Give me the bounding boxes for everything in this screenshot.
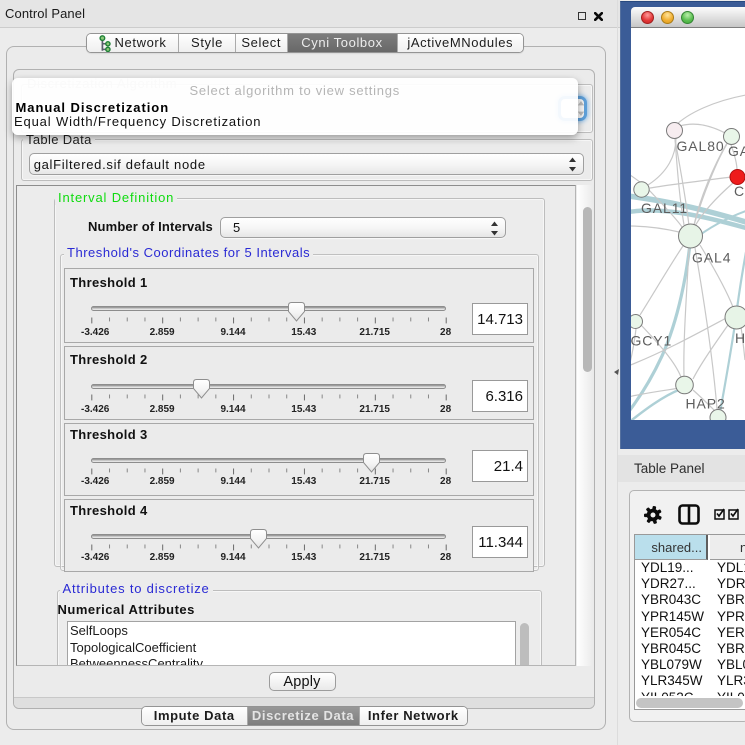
svg-text:CY: CY	[734, 183, 745, 199]
svg-text:GAL80: GAL80	[677, 138, 725, 154]
svg-text:GAL4: GAL4	[692, 250, 731, 266]
svg-text:GCY1: GCY1	[631, 333, 672, 349]
svg-text:GA: GA	[728, 143, 745, 159]
svg-text:HAP2: HAP2	[686, 396, 726, 412]
svg-text:HI: HI	[735, 330, 745, 346]
svg-text:GAL11: GAL11	[641, 200, 688, 216]
